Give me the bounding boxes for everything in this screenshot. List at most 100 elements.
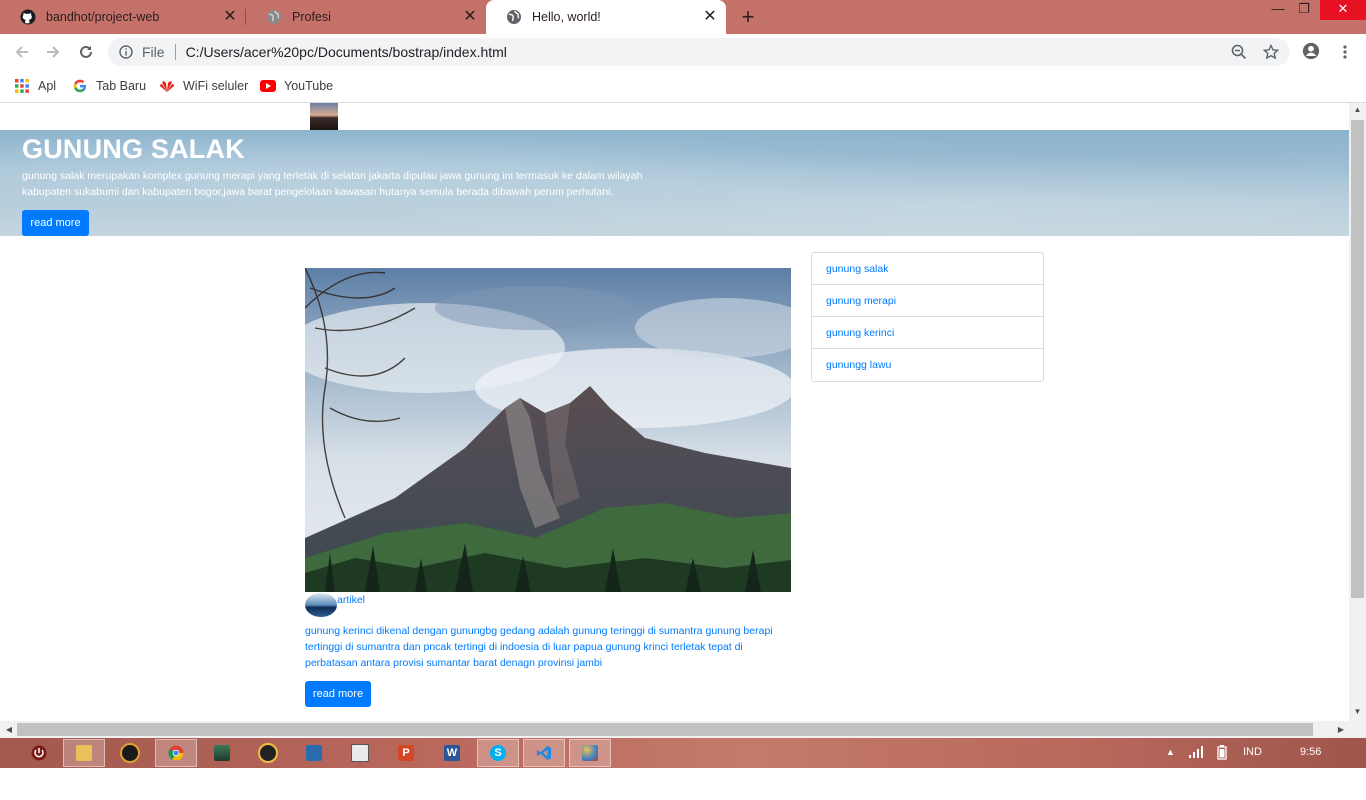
settings-wheel-icon (258, 743, 278, 763)
horizontal-scroll-thumb[interactable] (17, 723, 1313, 736)
jumbotron-read-more-button[interactable]: read more (22, 210, 89, 236)
globe-icon (266, 9, 282, 25)
google-icon (72, 78, 88, 94)
minimize-button[interactable]: — (1264, 0, 1292, 20)
bookmark-apps[interactable]: Apl (14, 77, 56, 95)
reload-button[interactable] (76, 42, 96, 62)
reload-icon (80, 45, 92, 58)
bookmark-youtube[interactable]: YouTube (260, 77, 333, 95)
bookmarks-bar: Apl Tab Baru WiFi seluler YouTube (0, 70, 1366, 103)
vertical-scroll-thumb[interactable] (1351, 120, 1364, 598)
tab-title: bandhot/project-web (46, 10, 160, 24)
scroll-left-arrow-icon[interactable]: ◀ (2, 721, 16, 738)
sidebar-item-gunung-merapi[interactable]: gunung merapi (812, 285, 1043, 317)
vertical-scrollbar[interactable]: ▲ ▼ (1349, 103, 1366, 721)
bookmark-label: Tab Baru (96, 79, 147, 93)
powerpoint-icon: P (398, 745, 414, 761)
new-tab-button[interactable]: + (738, 6, 758, 28)
url-scheme: File (142, 44, 165, 60)
browser-toolbar: File C:/Users/acer%20pc/Documents/bostra… (0, 34, 1366, 70)
battery-icon[interactable] (1217, 745, 1227, 763)
close-icon[interactable]: ✕ (222, 9, 238, 25)
url-text[interactable]: C:/Users/acer%20pc/Documents/bostrap/ind… (186, 44, 1290, 60)
paint-icon (582, 745, 598, 761)
article-label[interactable]: artikel (337, 594, 365, 606)
page-viewport: GUNUNG SALAK gunung salak merupakan komp… (0, 103, 1349, 721)
zoom-icon[interactable] (1230, 43, 1248, 61)
jumbotron-text: gunung salak merupakan komplex gunung me… (22, 170, 643, 198)
taskbar-word[interactable]: W (431, 739, 473, 767)
sidebar-list: gunung salak gunung merapi gunung kerinc… (811, 252, 1044, 382)
mountain-image (305, 268, 791, 592)
word-icon: W (444, 745, 460, 761)
bookmark-wifi-seluler[interactable]: WiFi seluler (159, 77, 248, 95)
power-icon (31, 745, 47, 761)
bookmark-label: Apl (38, 79, 57, 93)
globe-icon (506, 9, 522, 25)
skype-icon: S (490, 745, 506, 761)
close-icon[interactable]: ✕ (702, 9, 718, 25)
clock[interactable]: 9:56 (1300, 746, 1321, 758)
info-icon[interactable] (118, 44, 134, 60)
folder-icon (76, 745, 92, 761)
menu-kebab-icon[interactable] (1336, 43, 1354, 61)
huawei-icon (159, 78, 175, 94)
navbar-logo-image[interactable] (310, 103, 338, 130)
tab-title: Hello, world! (532, 10, 601, 24)
taskbar-vscode[interactable] (523, 739, 565, 767)
taskbar-calculator[interactable] (339, 739, 381, 767)
taskbar-app-5[interactable] (293, 739, 335, 767)
taskbar-powerpoint[interactable]: P (385, 739, 427, 767)
scroll-right-arrow-icon[interactable]: ▶ (1334, 721, 1348, 738)
window-app-icon (306, 745, 322, 761)
taskbar-file-explorer[interactable] (63, 739, 105, 767)
browser-tab-strip: bandhot/project-web ✕ Profesi ✕ Hello, w… (0, 0, 1366, 34)
article-text: gunung kerinci dikenal dengan gunungbg g… (305, 625, 773, 669)
article-read-more-button[interactable]: read more (305, 681, 371, 707)
taskbar-skype[interactable]: S (477, 739, 519, 767)
jumbotron-title: GUNUNG SALAK (22, 134, 245, 164)
windows-taskbar: P W S ▲ IND 9:56 (0, 738, 1366, 768)
bookmark-label: WiFi seluler (183, 79, 249, 93)
calculator-icon (351, 744, 369, 762)
apps-grid-icon (14, 78, 30, 94)
github-icon (20, 9, 36, 25)
taskbar-chrome[interactable] (155, 739, 197, 767)
forward-button[interactable] (43, 42, 63, 62)
media-player-icon (120, 743, 140, 763)
window-close-button[interactable]: ✕ (1320, 0, 1366, 20)
vscode-icon (537, 746, 551, 760)
back-button[interactable] (12, 42, 32, 62)
chrome-icon (168, 745, 184, 761)
language-indicator[interactable]: IND (1243, 746, 1262, 758)
horizontal-scrollbar[interactable]: ◀ ▶ (0, 721, 1366, 738)
address-bar[interactable]: File C:/Users/acer%20pc/Documents/bostra… (108, 38, 1290, 66)
network-signal-icon[interactable] (1188, 745, 1204, 762)
scroll-down-arrow-icon[interactable]: ▼ (1349, 705, 1366, 719)
bookmark-tab-baru[interactable]: Tab Baru (72, 77, 146, 95)
scroll-up-arrow-icon[interactable]: ▲ (1349, 103, 1366, 117)
youtube-icon (260, 78, 276, 94)
power-button[interactable] (18, 739, 60, 767)
screen-bottom-area (0, 768, 1366, 800)
tab-title: Profesi (292, 10, 331, 24)
close-icon[interactable]: ✕ (462, 9, 478, 25)
sidebar-item-gunung-lawu[interactable]: gunungg lawu (812, 349, 1043, 381)
taskbar-media-player[interactable] (109, 739, 151, 767)
bookmark-star-icon[interactable] (1262, 43, 1280, 61)
sidebar-item-gunung-salak[interactable]: gunung salak (812, 253, 1043, 285)
show-hidden-icons-icon[interactable]: ▲ (1166, 747, 1175, 757)
taskbar-paint[interactable] (569, 739, 611, 767)
bookmark-label: YouTube (284, 79, 334, 93)
tab-hello-world[interactable]: Hello, world! ✕ (486, 0, 726, 34)
jumbotron: GUNUNG SALAK gunung salak merupakan komp… (0, 130, 1349, 236)
taskbar-app-4[interactable] (247, 739, 289, 767)
taskbar-photos[interactable] (201, 739, 243, 767)
tab-github[interactable]: bandhot/project-web ✕ (0, 0, 246, 34)
address-divider (174, 44, 176, 60)
sidebar-item-gunung-kerinci[interactable]: gunung kerinci (812, 317, 1043, 349)
photos-icon (214, 745, 230, 761)
tab-profesi[interactable]: Profesi ✕ (246, 0, 486, 34)
profile-avatar-icon[interactable] (1302, 42, 1320, 60)
restore-button[interactable]: ❐ (1290, 0, 1318, 20)
